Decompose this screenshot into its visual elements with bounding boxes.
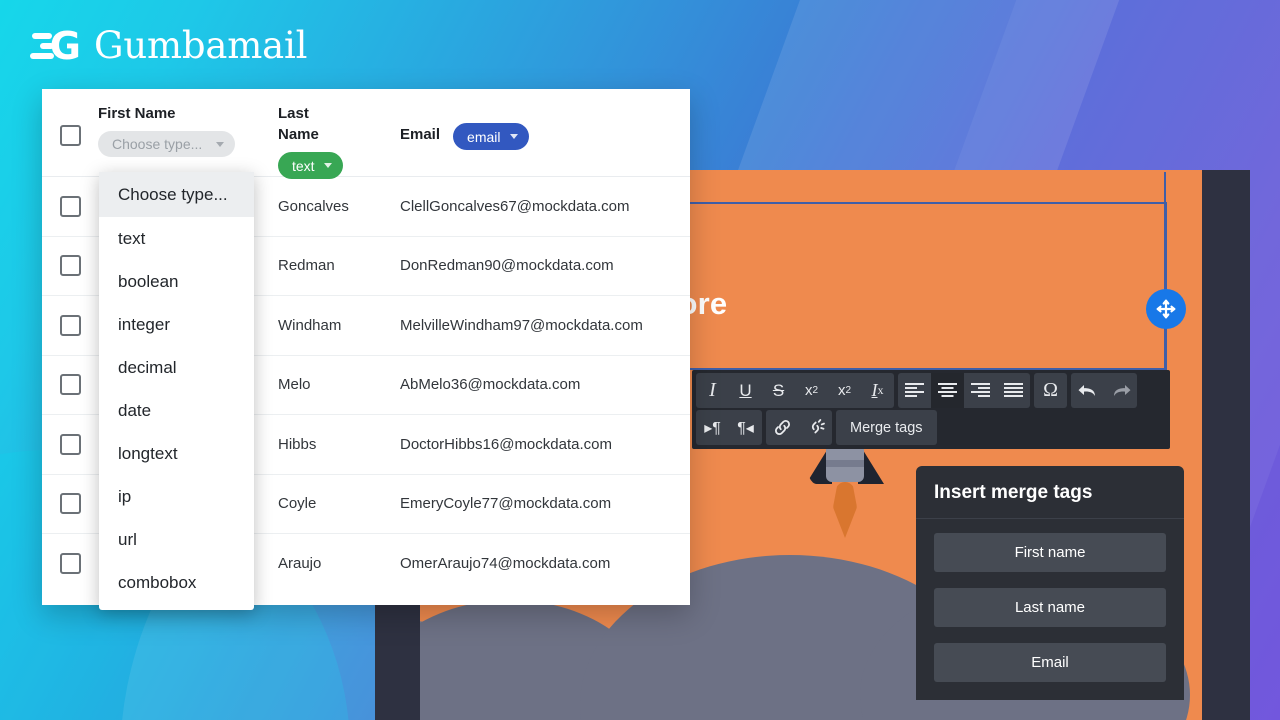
insert-link-icon[interactable]	[766, 410, 799, 445]
superscript-icon[interactable]: x2	[795, 373, 828, 408]
first-name-type-value: Choose type...	[112, 136, 203, 152]
toolbar-group-special: Ω	[1034, 373, 1067, 408]
rich-text-toolbar: I U S x2 x2 Ix Ω ▸¶ ¶◂ Merge tags	[692, 370, 1170, 449]
type-option-ip[interactable]: ip	[99, 475, 254, 518]
toolbar-row-1: I U S x2 x2 Ix Ω	[696, 373, 1166, 408]
cell-last-name: Coyle	[278, 495, 317, 513]
last-name-type-badge[interactable]: text	[278, 152, 343, 179]
type-option-boolean[interactable]: boolean	[99, 260, 254, 303]
email-type-badge[interactable]: email	[453, 123, 529, 150]
align-center-icon[interactable]	[931, 373, 964, 408]
first-name-type-select[interactable]: Choose type...	[98, 131, 235, 157]
chevron-down-icon	[216, 141, 224, 147]
type-option-longtext[interactable]: longtext	[99, 432, 254, 475]
type-option-text[interactable]: text	[99, 217, 254, 260]
screenshot-stage: G Gumbamail Hello *|FIRST_NAME|	[0, 0, 1280, 720]
type-option-url[interactable]: url	[99, 518, 254, 561]
type-dropdown-menu: Choose type... text boolean integer decimal d…	[99, 172, 254, 610]
row-select-checkbox[interactable]	[59, 374, 81, 396]
gumbamail-logo-icon: G	[30, 25, 81, 67]
column-header-label: Email	[400, 126, 441, 143]
cell-last-name: Hibbs	[278, 435, 317, 453]
unlink-icon[interactable]	[799, 410, 832, 445]
column-header-label: First Name	[98, 105, 176, 122]
row-select-checkbox[interactable]	[59, 195, 81, 217]
type-option-integer[interactable]: integer	[99, 303, 254, 346]
cell-email: EmeryCoyle77@mockdata.com	[400, 495, 612, 513]
redo-icon[interactable]	[1104, 373, 1137, 408]
merge-tag-email[interactable]: Email	[934, 643, 1166, 682]
email-type-value: email	[467, 128, 501, 145]
select-all-cell	[42, 103, 98, 146]
last-name-type-value: text	[292, 157, 315, 174]
row-select-cell	[42, 374, 98, 396]
align-justify-icon[interactable]	[997, 373, 1030, 408]
toolbar-row-2: ▸¶ ¶◂ Merge tags	[696, 410, 1166, 445]
italic-icon[interactable]: I	[696, 373, 729, 408]
type-option-choose-type[interactable]: Choose type...	[99, 172, 254, 217]
column-first-name: First Name Choose type...	[98, 103, 278, 157]
undo-icon[interactable]	[1071, 373, 1104, 408]
row-select-checkbox[interactable]	[59, 493, 81, 515]
row-select-cell	[42, 195, 98, 217]
contacts-table-card: First Name Choose type... Last Name text…	[42, 89, 690, 610]
merge-panel-title: Insert merge tags	[916, 466, 1184, 519]
brand-name: Gumbamail	[94, 24, 308, 67]
row-select-cell	[42, 433, 98, 455]
underline-icon[interactable]: U	[729, 373, 762, 408]
toolbar-group-history	[1071, 373, 1137, 408]
chevron-down-icon	[509, 134, 518, 139]
cell-email: MelvilleWindham97@mockdata.com	[400, 316, 643, 334]
cell-last-name: Goncalves	[278, 197, 349, 215]
type-option-decimal[interactable]: decimal	[99, 346, 254, 389]
move-arrows-icon[interactable]	[1146, 289, 1186, 329]
cell-email: ClellGoncalves67@mockdata.com	[400, 197, 630, 215]
remove-format-icon[interactable]: Ix	[861, 373, 894, 408]
insert-merge-tags-panel: Insert merge tags First name Last name E…	[916, 466, 1184, 700]
brand-logo: G Gumbamail	[30, 24, 307, 67]
strikethrough-icon[interactable]: S	[762, 373, 795, 408]
cell-email: DonRedman90@mockdata.com	[400, 257, 614, 275]
cell-last-name: Melo	[278, 376, 311, 394]
subscript-icon[interactable]: x2	[828, 373, 861, 408]
column-last-name: Last Name text	[278, 103, 400, 179]
cell-email: AbMelo36@mockdata.com	[400, 376, 581, 394]
row-select-checkbox[interactable]	[59, 255, 81, 277]
row-select-checkbox[interactable]	[59, 553, 81, 575]
row-select-cell	[42, 493, 98, 515]
select-all-checkbox[interactable]	[59, 125, 81, 146]
type-option-combobox[interactable]: combobox	[99, 561, 254, 604]
cell-last-name: Redman	[278, 257, 335, 275]
merge-tags-button[interactable]: Merge tags	[836, 410, 937, 445]
text-direction-rtl-icon[interactable]: ¶◂	[729, 410, 762, 445]
cell-last-name: Windham	[278, 316, 342, 334]
column-header-label: Last Name	[278, 105, 319, 143]
merge-tag-last-name[interactable]: Last name	[934, 588, 1166, 627]
type-option-date[interactable]: date	[99, 389, 254, 432]
align-right-icon[interactable]	[964, 373, 997, 408]
chevron-down-icon	[323, 163, 332, 168]
align-left-icon[interactable]	[898, 373, 931, 408]
editor-chrome-right	[1202, 170, 1250, 720]
toolbar-group-link	[766, 410, 832, 445]
move-handle-guide-line	[1164, 172, 1166, 372]
row-select-cell	[42, 314, 98, 336]
row-select-cell	[42, 255, 98, 277]
cell-last-name: Araujo	[278, 555, 322, 573]
text-direction-ltr-icon[interactable]: ▸¶	[696, 410, 729, 445]
row-select-checkbox[interactable]	[59, 433, 81, 455]
cell-email: DoctorHibbs16@mockdata.com	[400, 435, 612, 453]
merge-tag-first-name[interactable]: First name	[934, 533, 1166, 572]
row-select-checkbox[interactable]	[59, 314, 81, 336]
special-character-icon[interactable]: Ω	[1034, 373, 1067, 408]
column-email: Email email	[400, 103, 690, 150]
toolbar-group-direction: ▸¶ ¶◂	[696, 410, 762, 445]
toolbar-group-align	[898, 373, 1030, 408]
row-select-cell	[42, 553, 98, 575]
cell-email: OmerAraujo74@mockdata.com	[400, 555, 611, 573]
merge-panel-items: First name Last name Email	[916, 519, 1184, 700]
table-header-row: First Name Choose type... Last Name text…	[42, 89, 690, 179]
toolbar-group-format: I U S x2 x2 Ix	[696, 373, 894, 408]
